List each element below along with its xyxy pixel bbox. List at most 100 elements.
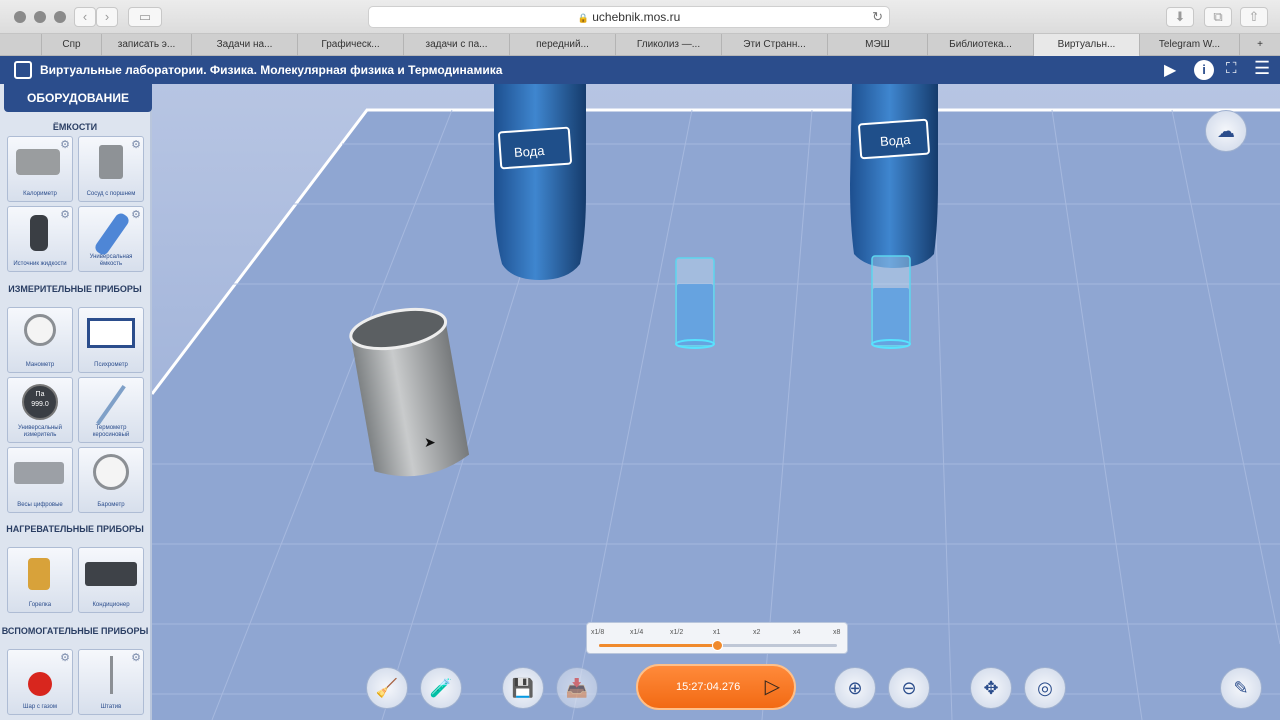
item-barometer[interactable]: Барометр	[78, 447, 144, 513]
item-conditioner[interactable]: Кондиционер	[78, 547, 144, 613]
speed-option[interactable]: x2	[753, 629, 760, 636]
calorimeter-icon	[16, 149, 60, 175]
universal-vessel-icon	[93, 211, 131, 257]
address-bar[interactable]: 🔒 uchebnik.mos.ru ↻	[368, 6, 890, 28]
gauge-reading: 999.0	[31, 401, 49, 408]
item-psychrometer[interactable]: Психрометр	[78, 307, 144, 373]
settings-gear-icon[interactable]: ⚙	[60, 208, 70, 221]
burner-icon	[28, 558, 50, 590]
tab[interactable]: Спр	[42, 34, 102, 56]
speed-option-selected[interactable]: x1	[713, 629, 720, 636]
speed-option[interactable]: x1/8	[591, 629, 604, 636]
lock-icon: 🔒	[577, 13, 589, 23]
settings-gear-icon[interactable]: ⚙	[131, 208, 141, 221]
item-calorimeter[interactable]: ⚙ Калориметр	[7, 136, 73, 202]
tab[interactable]: Графическ...	[298, 34, 404, 56]
tab[interactable]: Задачи на...	[192, 34, 298, 56]
timer-display: 15:27:04.276	[676, 681, 741, 693]
speed-option[interactable]: x1/2	[670, 629, 683, 636]
url-text: uchebnik.mos.ru	[592, 10, 681, 24]
gas-ball-icon	[28, 672, 52, 696]
tab[interactable]: передний...	[510, 34, 616, 56]
timer-play-control[interactable]: 15:27:04.276 ▷	[636, 664, 796, 710]
zoom-out-button[interactable]: ⊖	[888, 667, 930, 709]
conditioner-icon	[85, 562, 137, 586]
beaker-2[interactable]	[868, 252, 914, 350]
item-manometer[interactable]: Манометр	[7, 307, 73, 373]
share-button[interactable]: ⇧	[1240, 7, 1268, 27]
item-burner[interactable]: Горелка	[7, 547, 73, 613]
item-stand[interactable]: ⚙ Штатив	[78, 649, 144, 715]
play-icon[interactable]: ▷	[765, 674, 780, 699]
tabs-overview-button[interactable]: ⧉	[1204, 7, 1232, 27]
tab[interactable]: Эти Странн...	[722, 34, 828, 56]
speed-control[interactable]: x1/8 x1/4 x1/2 x1 x2 x4 x8	[586, 622, 848, 654]
cloud-settings-button[interactable]: ☁	[1205, 110, 1247, 152]
load-button[interactable]: 📥	[556, 667, 598, 709]
tab[interactable]: Telegram W...	[1140, 34, 1240, 56]
speed-fill	[599, 644, 718, 647]
browser-toolbar: ‹ › ▭ 🔒 uchebnik.mos.ru ↻ ⬇ ⧉ ⇧	[0, 0, 1280, 34]
psychrometer-icon	[87, 318, 135, 348]
tab[interactable]: Библиотека...	[928, 34, 1034, 56]
speed-option[interactable]: x1/4	[630, 629, 643, 636]
tab-pinned[interactable]	[0, 34, 42, 56]
bottle-label-2: Вода	[879, 131, 911, 150]
tab[interactable]: задачи с па...	[404, 34, 510, 56]
back-button[interactable]: ‹	[74, 7, 96, 27]
downloads-button[interactable]: ⬇	[1166, 7, 1194, 27]
experiment-button[interactable]: 🧪	[420, 667, 462, 709]
barometer-icon	[93, 454, 129, 490]
maximize-window-icon[interactable]	[54, 11, 66, 23]
liquid-source-icon	[30, 215, 48, 251]
item-piston-vessel[interactable]: ⚙ Сосуд с поршнем	[78, 136, 144, 202]
item-universal-meter[interactable]: Па 999.0 Универсальный измеритель	[7, 377, 73, 443]
tab[interactable]: записать э...	[102, 34, 192, 56]
camera-move-button[interactable]: ✥	[970, 667, 1012, 709]
item-liquid-source[interactable]: ⚙ Источник жидкости	[7, 206, 73, 272]
save-button[interactable]: 💾	[502, 667, 544, 709]
zoom-in-button[interactable]: ⊕	[834, 667, 876, 709]
speed-option[interactable]: x4	[793, 629, 800, 636]
clear-table-button[interactable]: 🧹	[366, 667, 408, 709]
sidebar-toggle-button[interactable]: ▭	[128, 7, 162, 27]
menu-icon[interactable]: ☰	[1254, 58, 1270, 79]
settings-gear-icon[interactable]: ⚙	[131, 651, 141, 664]
tab[interactable]: Гликолиз —...	[616, 34, 722, 56]
presentation-icon[interactable]: ▶︎	[1164, 60, 1176, 80]
forward-button[interactable]: ›	[96, 7, 118, 27]
manometer-icon	[24, 314, 56, 346]
mouse-cursor-icon: ➤	[424, 434, 436, 450]
piston-vessel-icon	[99, 145, 123, 179]
category-measuring: ИЗМЕРИТЕЛЬНЫЕ ПРИБОРЫ	[8, 284, 142, 294]
item-kerosene-thermometer[interactable]: Термометр керосиновый	[78, 377, 144, 443]
tab[interactable]: МЭШ	[828, 34, 928, 56]
tab-bar: Спр записать э... Задачи на... Графическ…	[0, 34, 1280, 56]
item-digital-scales[interactable]: Весы цифровые	[7, 447, 73, 513]
settings-gear-icon[interactable]: ⚙	[131, 138, 141, 151]
category-auxiliary: ВСПОМОГАТЕЛЬНЫЕ ПРИБОРЫ	[1, 626, 149, 636]
fullscreen-icon[interactable]: ⛶	[1226, 60, 1237, 77]
stand-icon	[110, 656, 113, 694]
close-window-icon[interactable]	[14, 11, 26, 23]
category-heating: НАГРЕВАТЕЛЬНЫЕ ПРИБОРЫ	[6, 524, 144, 534]
app-logo-icon	[14, 61, 32, 79]
notes-button[interactable]: ✎	[1220, 667, 1262, 709]
tab-active[interactable]: Виртуальн...	[1034, 34, 1140, 56]
settings-gear-icon[interactable]: ⚙	[60, 138, 70, 151]
speed-knob[interactable]	[712, 640, 723, 651]
water-bottle-2[interactable]	[846, 84, 942, 268]
speed-option[interactable]: x8	[833, 629, 840, 636]
info-icon[interactable]: i	[1194, 60, 1214, 80]
calorimeter-can[interactable]	[348, 304, 472, 488]
scales-icon	[14, 462, 64, 484]
camera-rotate-button[interactable]: ◎	[1024, 667, 1066, 709]
minimize-window-icon[interactable]	[34, 11, 46, 23]
settings-gear-icon[interactable]: ⚙	[60, 651, 70, 664]
item-gas-ball[interactable]: ⚙ Шар с газом	[7, 649, 73, 715]
new-tab-button[interactable]: +	[1240, 34, 1280, 56]
reload-icon[interactable]: ↻	[872, 7, 883, 27]
water-bottle-1[interactable]	[488, 84, 592, 280]
beaker-1[interactable]	[672, 254, 718, 350]
item-universal-vessel[interactable]: ⚙ Универсальная ёмкость	[78, 206, 144, 272]
